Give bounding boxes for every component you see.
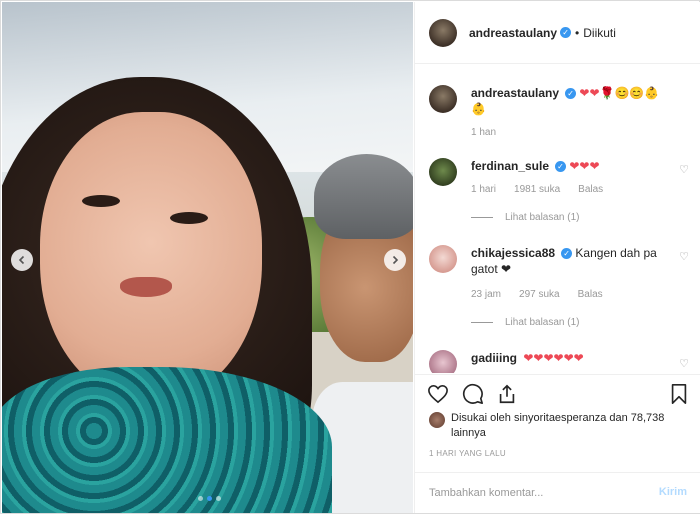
comment-meta: 1 hari 1981 suka Balas [471, 184, 603, 195]
comments-list[interactable]: andreastaulany ✓ ❤❤🌹😊😊👶 👶 1 han ferdinan_… [415, 65, 700, 373]
like-comment-heart-icon[interactable]: ♡ [679, 357, 689, 370]
comment-text: ❤❤❤ [569, 159, 600, 173]
save-button[interactable] [668, 383, 690, 405]
comment-meta: 23 jam 297 suka Balas [471, 289, 603, 300]
replies-line [471, 217, 493, 218]
view-replies-label: Lihat balasan (1) [505, 317, 580, 328]
next-slide-button[interactable] [384, 249, 406, 271]
comment-avatar[interactable] [429, 245, 457, 273]
liker-avatar [429, 412, 445, 428]
view-replies-button[interactable]: Lihat balasan (1) [471, 212, 580, 223]
heart-icon [428, 384, 448, 404]
comment-avatar[interactable] [429, 350, 457, 373]
carousel-dot [216, 496, 221, 501]
comment-body: ferdinan_sule ✓ ❤❤❤ [471, 158, 676, 174]
comment-username[interactable]: chikajessica88 [471, 246, 555, 260]
author-avatar[interactable] [429, 18, 457, 47]
caption-username[interactable]: andreastaulany [471, 86, 559, 100]
like-comment-heart-icon[interactable]: ♡ [679, 250, 689, 263]
like-comment-heart-icon[interactable]: ♡ [679, 163, 689, 176]
view-replies-button[interactable]: Lihat balasan (1) [471, 317, 580, 328]
separator-dot: • [575, 25, 580, 40]
comment-time[interactable]: 1 hari [471, 184, 496, 195]
following-status[interactable]: Diikuti [583, 26, 616, 40]
man-cap [314, 154, 413, 239]
post-header: andreastaulany ✓ • Diikuti [415, 2, 700, 64]
verified-badge-icon: ✓ [555, 161, 567, 173]
comment-likes[interactable]: 297 suka [519, 289, 560, 300]
caption-meta: 1 han [471, 127, 496, 138]
girl-face [40, 112, 262, 402]
comment-likes[interactable]: 1981 suka [514, 184, 560, 195]
like-button[interactable] [427, 383, 449, 405]
comment-text: ❤❤❤❤❤❤ [523, 351, 584, 365]
reply-button[interactable]: Balas [578, 289, 603, 300]
post-video[interactable] [2, 2, 413, 513]
post-timestamp[interactable]: 1 HARI YANG LALU [429, 449, 506, 458]
comment-avatar[interactable] [429, 158, 457, 186]
comment-button[interactable] [462, 383, 484, 405]
action-bar [415, 374, 700, 410]
bookmark-icon [671, 384, 687, 404]
share-button[interactable] [496, 383, 518, 405]
comment-username[interactable]: ferdinan_sule [471, 159, 549, 173]
verified-badge-icon: ✓ [561, 248, 573, 260]
comment-time[interactable]: 23 jam [471, 289, 501, 300]
instagram-post-modal: andreastaulany ✓ • Diikuti andreastaulan… [0, 0, 700, 514]
carousel-indicator [198, 496, 221, 501]
likes-summary[interactable]: Disukai oleh sinyoritaesperanza dan 78,7… [429, 410, 689, 442]
post-side-panel: andreastaulany ✓ • Diikuti andreastaulan… [414, 2, 700, 513]
chevron-left-icon [18, 255, 25, 265]
comment-composer: Kirim [415, 472, 700, 513]
chevron-right-icon [392, 255, 399, 265]
caption-body: andreastaulany ✓ ❤❤🌹😊😊👶 👶 [471, 85, 676, 117]
add-comment-input[interactable] [429, 485, 629, 501]
caption-avatar[interactable] [429, 85, 457, 113]
caption-time[interactable]: 1 han [471, 127, 496, 138]
comment-body: chikajessica88 ✓ Kangen dah pa gatot ❤ [471, 245, 676, 277]
likes-text: Disukai oleh sinyoritaesperanza dan 78,7… [451, 412, 665, 439]
carousel-dot-active [207, 496, 212, 501]
carousel-dot [198, 496, 203, 501]
comment-username[interactable]: gadiiing [471, 351, 517, 365]
girl-left-eye [82, 195, 120, 207]
share-icon [499, 384, 515, 404]
previous-slide-button[interactable] [11, 249, 33, 271]
girl-mouth [120, 277, 172, 297]
view-replies-label: Lihat balasan (1) [505, 212, 580, 223]
verified-badge-icon: ✓ [560, 27, 572, 38]
author-username[interactable]: andreastaulany [469, 26, 557, 40]
comment-bubble-icon [462, 383, 483, 404]
girl-right-eye [170, 212, 208, 224]
replies-line [471, 322, 493, 323]
verified-badge-icon: ✓ [565, 88, 577, 100]
comment-body: gadiiing ❤❤❤❤❤❤ [471, 350, 676, 366]
reply-button[interactable]: Balas [578, 184, 603, 195]
post-comment-button[interactable]: Kirim [659, 486, 687, 498]
